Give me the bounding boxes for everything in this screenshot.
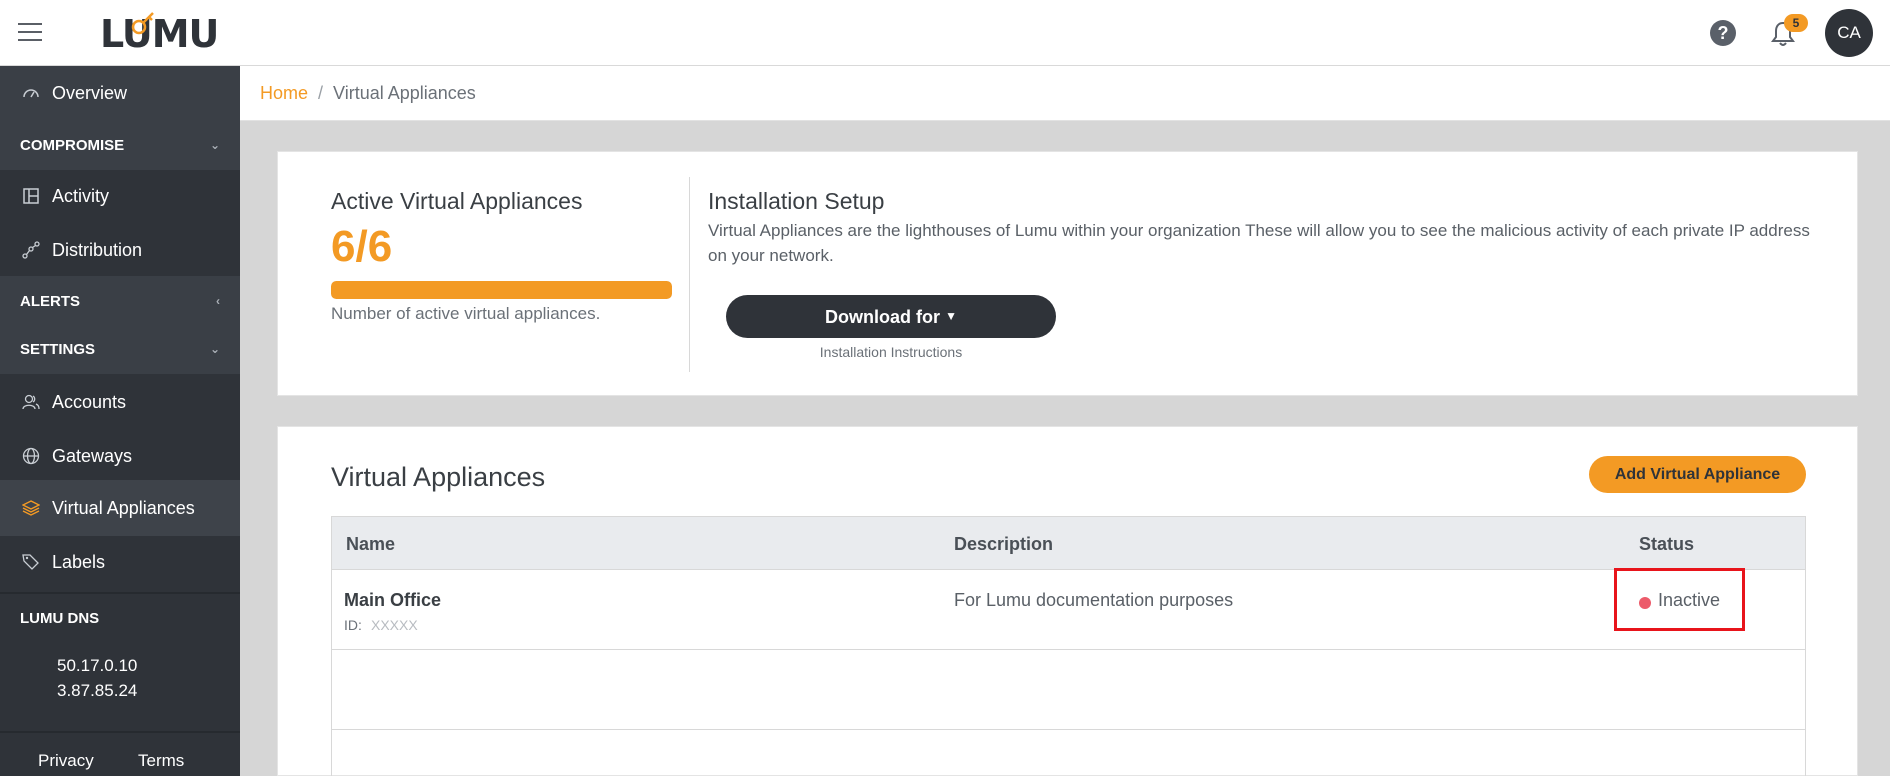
hamburger-menu-icon[interactable] [18, 23, 42, 41]
active-appliances-caption: Number of active virtual appliances. [331, 304, 601, 323]
users-icon [22, 394, 40, 410]
installation-setup-title: Installation Setup [708, 188, 885, 214]
appliance-id-value: XXXXX [371, 617, 418, 633]
layout-icon [23, 188, 39, 204]
virtual-appliances-card: Virtual Appliances Add Virtual Appliance… [277, 426, 1858, 776]
installation-instructions-link[interactable]: Installation Instructions [726, 344, 1056, 360]
sidebar-item-virtual-appliances[interactable]: Virtual Appliances [0, 480, 240, 536]
active-appliances-count: 6/6 [331, 222, 393, 271]
active-appliances-title: Active Virtual Appliances [331, 188, 583, 214]
appliance-id-label: ID: [344, 617, 362, 633]
logo-key-icon [131, 12, 154, 35]
breadcrumb-current: Virtual Appliances [333, 82, 476, 103]
column-header-status[interactable]: Status [1639, 534, 1694, 555]
sidebar-item-label: Overview [52, 82, 128, 103]
add-virtual-appliance-button[interactable]: Add Virtual Appliance [1589, 456, 1806, 493]
tag-icon [22, 554, 39, 570]
sidebar-divider [0, 592, 240, 594]
progress-bar-fill [331, 281, 672, 299]
sidebar-section-settings[interactable]: SETTINGS ⌄ [0, 324, 240, 374]
logo-text: LUMU [100, 12, 219, 56]
breadcrumb-separator: / [318, 82, 324, 103]
table-row-empty [332, 650, 1805, 730]
lumu-logo[interactable]: LUMU [100, 12, 219, 56]
sidebar-item-distribution[interactable]: Distribution [0, 224, 240, 276]
download-for-button[interactable]: Download for ▼ [726, 295, 1056, 338]
top-bar: LUMU ? 5 CA [0, 0, 1890, 66]
sidebar-item-activity[interactable]: Activity [0, 170, 240, 222]
section-label: ALERTS [20, 292, 80, 310]
column-header-name[interactable]: Name [346, 534, 395, 555]
sidebar-item-label: Labels [52, 551, 106, 572]
sidebar-item-overview[interactable]: Overview [0, 66, 240, 120]
table-row[interactable]: Main Office ID: XXXXX For Lumu documenta… [332, 568, 1805, 650]
sidebar-item-label: Gateways [52, 445, 133, 466]
appliance-description: For Lumu documentation purposes [954, 590, 1234, 610]
breadcrumb-home-link[interactable]: Home [260, 83, 308, 104]
sidebar-footer: Privacy Terms [0, 731, 240, 776]
chevron-left-icon: ‹ [216, 294, 220, 308]
distribution-icon [22, 241, 40, 259]
summary-card: Active Virtual Appliances 6/6 Number of … [277, 151, 1858, 396]
user-avatar[interactable]: CA [1825, 9, 1873, 57]
virtual-appliances-title: Virtual Appliances [331, 462, 546, 492]
chevron-down-icon: ⌄ [209, 342, 220, 356]
card-divider [689, 177, 690, 372]
sidebar-section-alerts[interactable]: ALERTS ‹ [0, 276, 240, 326]
virtual-appliances-table: Name Description Status Main Office ID: … [331, 516, 1806, 776]
section-label: COMPROMISE [20, 136, 125, 154]
dns-ip-secondary: 3.87.85.24 [57, 681, 138, 700]
sidebar-item-label: Activity [52, 185, 110, 206]
sidebar-item-labels[interactable]: Labels [0, 536, 240, 588]
active-appliances-progress-bar [331, 281, 672, 299]
globe-icon [22, 447, 40, 465]
download-button-label: Download for [825, 307, 941, 327]
section-label: SETTINGS [20, 340, 96, 358]
sidebar-item-accounts[interactable]: Accounts [0, 376, 240, 428]
privacy-link[interactable]: Privacy [38, 751, 94, 771]
sidebar-item-label: Accounts [52, 391, 127, 412]
table-header: Name Description Status [332, 517, 1805, 570]
sidebar-section-compromise[interactable]: COMPROMISE ⌄ [0, 120, 240, 170]
appliance-name[interactable]: Main Office [344, 590, 441, 611]
sidebar-item-label: Virtual Appliances [52, 497, 195, 518]
layers-icon [22, 500, 40, 516]
help-icon[interactable]: ? [1710, 20, 1736, 46]
status-dot-icon [1639, 597, 1651, 609]
lumu-dns-title: LUMU DNS [20, 610, 100, 627]
sidebar-item-gateways[interactable]: Gateways [0, 430, 240, 482]
notifications-badge: 5 [1784, 14, 1808, 32]
gauge-icon [23, 89, 39, 98]
installation-setup-description: Virtual Appliances are the lighthouses o… [708, 221, 1810, 265]
chevron-down-icon: ⌄ [209, 138, 220, 152]
sidebar-item-label: Distribution [52, 239, 143, 260]
terms-link[interactable]: Terms [138, 751, 184, 771]
sidebar: Overview COMPROMISE ⌄ Activity Distribut… [0, 66, 240, 776]
breadcrumb: Home / Virtual Appliances [240, 66, 1890, 121]
column-header-description[interactable]: Description [954, 534, 1053, 555]
status-badge: Inactive [1658, 590, 1721, 610]
dns-ip-primary: 50.17.0.10 [57, 656, 138, 675]
caret-down-icon: ▼ [945, 309, 957, 323]
